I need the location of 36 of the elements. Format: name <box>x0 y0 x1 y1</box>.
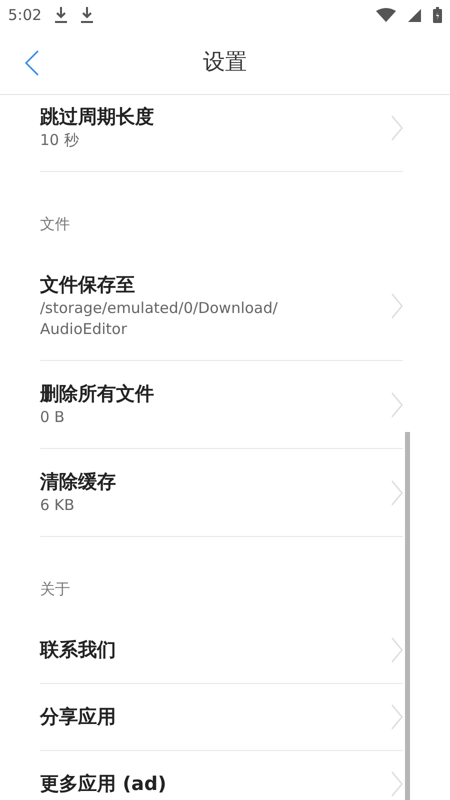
chevron-icon <box>391 480 403 506</box>
item-subtitle: /storage/emulated/0/Download/AudioEditor <box>40 298 279 340</box>
battery-icon <box>433 7 442 23</box>
item-subtitle: 0 B <box>40 407 66 428</box>
item-title: 跳过周期长度 <box>40 105 155 130</box>
page-title: 设置 <box>203 48 247 76</box>
download-icon <box>54 6 68 24</box>
item-title: 分享应用 <box>40 705 117 730</box>
settings-item[interactable]: 联系我们 <box>40 617 403 684</box>
scrollbar[interactable] <box>405 432 410 800</box>
chevron-icon <box>391 293 403 319</box>
back-icon <box>25 50 39 76</box>
wifi-icon <box>376 8 396 22</box>
settings-item[interactable]: 更多应用 (ad) <box>40 751 403 800</box>
item-title: 清除缓存 <box>40 470 117 495</box>
chevron-icon <box>391 771 403 797</box>
section-header: 文件 <box>40 215 70 233</box>
item-title: 更多应用 (ad) <box>40 772 168 797</box>
chevron-icon <box>391 704 403 730</box>
chevron-icon <box>391 637 403 663</box>
settings-item[interactable]: 跳过周期长度 10 秒 <box>40 95 403 172</box>
item-title: 文件保存至 <box>40 273 136 298</box>
item-subtitle: 10 秒 <box>40 130 80 151</box>
item-title: 联系我们 <box>40 638 117 663</box>
item-subtitle: 6 KB <box>40 495 76 516</box>
settings-item[interactable]: 清除缓存 6 KB <box>40 449 403 537</box>
settings-item[interactable]: 删除所有文件 0 B <box>40 361 403 449</box>
chevron-icon <box>391 114 403 140</box>
section-header: 关于 <box>40 580 70 598</box>
item-title: 删除所有文件 <box>40 382 155 407</box>
settings-item[interactable]: 分享应用 <box>40 684 403 751</box>
settings-item[interactable]: 文件保存至 /storage/emulated/0/Download/AudioEditor <box>40 252 403 361</box>
chevron-icon <box>391 392 403 418</box>
signal-icon <box>408 8 421 22</box>
status-time: 5:02 <box>8 4 42 26</box>
download-icon <box>80 6 94 24</box>
